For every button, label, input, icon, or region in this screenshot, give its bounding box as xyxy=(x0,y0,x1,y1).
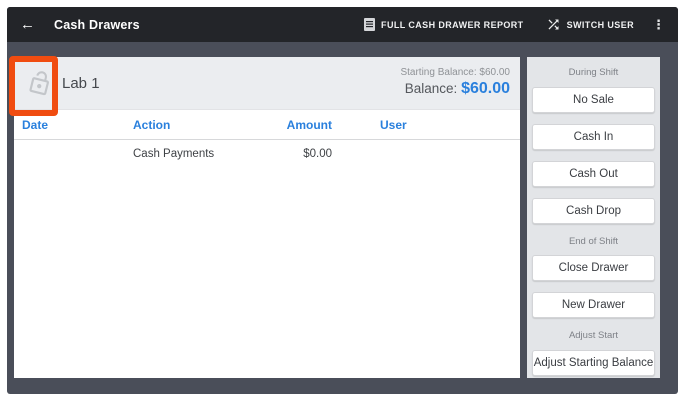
row-action: Cash Payments xyxy=(133,148,284,160)
switch-arrows-icon xyxy=(546,17,561,32)
starting-balance-text: Starting Balance: $60.00 xyxy=(400,67,510,80)
balance-value: $60.00 xyxy=(461,80,510,97)
column-header-user: User xyxy=(380,118,407,132)
table-row: Cash Payments $0.00 xyxy=(14,140,520,168)
app-bar: ← Cash Drawers FULL CASH DRAWER REPORT S… xyxy=(7,7,678,42)
section-label-adjust-start: Adjust Start xyxy=(527,330,660,342)
drawer-title: Lab 1 xyxy=(62,75,400,92)
row-amount: $0.00 xyxy=(284,148,332,160)
back-arrow-icon[interactable]: ← xyxy=(20,17,35,32)
table-header-row: Date Action Amount User xyxy=(14,110,520,140)
cash-out-button[interactable]: Cash Out xyxy=(532,161,655,187)
cash-drawer-panel: Lab 1 Starting Balance: $60.00 Balance: … xyxy=(14,57,520,378)
drawer-panel-header: Lab 1 Starting Balance: $60.00 Balance: … xyxy=(14,57,520,110)
report-button-label: FULL CASH DRAWER REPORT xyxy=(381,20,524,30)
column-header-date: Date xyxy=(22,118,133,132)
report-document-icon xyxy=(364,18,375,31)
close-drawer-button[interactable]: Close Drawer xyxy=(532,255,655,281)
overflow-menu-icon[interactable]: ⋮ xyxy=(652,18,665,31)
app-window: ← Cash Drawers FULL CASH DRAWER REPORT S… xyxy=(7,7,678,394)
section-label-end-of-shift: End of Shift xyxy=(527,236,660,248)
new-drawer-button[interactable]: New Drawer xyxy=(532,292,655,318)
section-label-during-shift: During Shift xyxy=(527,67,660,79)
column-header-action: Action xyxy=(133,118,284,132)
cash-in-button[interactable]: Cash In xyxy=(532,124,655,150)
full-cash-drawer-report-button[interactable]: FULL CASH DRAWER REPORT xyxy=(364,18,524,31)
column-header-amount: Amount xyxy=(284,118,332,132)
balance-block: Starting Balance: $60.00 Balance: $60.00 xyxy=(400,67,520,100)
switch-user-button[interactable]: SWITCH USER xyxy=(546,17,634,32)
cash-drop-button[interactable]: Cash Drop xyxy=(532,198,655,224)
page-title: Cash Drawers xyxy=(54,18,140,32)
drawer-actions-sidebar: During Shift No Sale Cash In Cash Out Ca… xyxy=(527,57,660,378)
adjust-starting-balance-button[interactable]: Adjust Starting Balance xyxy=(532,350,655,376)
no-sale-button[interactable]: No Sale xyxy=(532,87,655,113)
switch-user-label: SWITCH USER xyxy=(567,20,634,30)
lock-open-icon xyxy=(25,67,55,99)
balance-label: Balance: xyxy=(405,81,458,96)
